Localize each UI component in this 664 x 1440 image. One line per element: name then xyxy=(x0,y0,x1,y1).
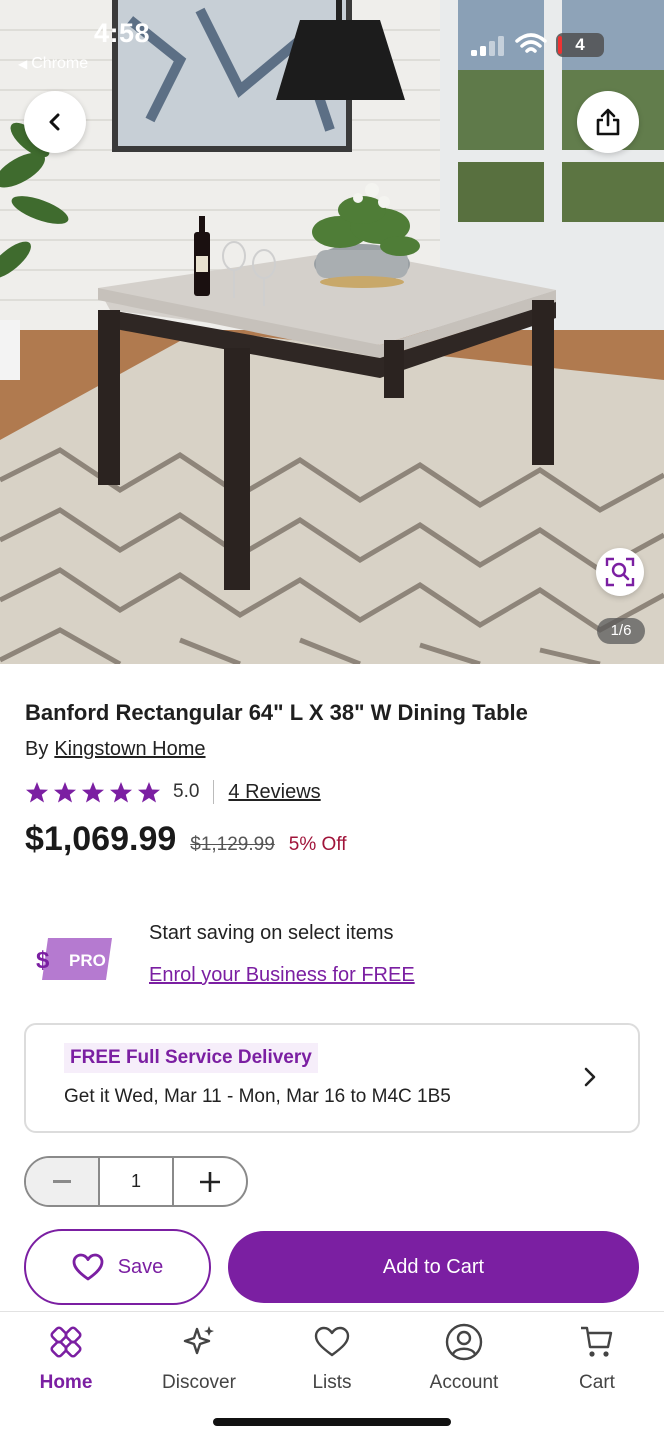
increase-quantity-button[interactable] xyxy=(172,1158,246,1205)
heart-icon xyxy=(72,1253,104,1281)
chevron-right-icon xyxy=(584,1067,596,1087)
delivery-card[interactable]: FREE Full Service Delivery Get it Wed, M… xyxy=(24,1023,640,1133)
cellular-signal-icon xyxy=(471,36,504,56)
svg-text:$: $ xyxy=(36,947,50,974)
wifi-icon xyxy=(515,33,547,53)
nav-lists-label: Lists xyxy=(312,1372,352,1393)
share-icon xyxy=(596,108,620,136)
status-time: 4:58 xyxy=(94,18,151,48)
discount-label: 5% Off xyxy=(288,834,347,855)
nav-account-label: Account xyxy=(429,1372,499,1393)
current-price: $1,069.99 xyxy=(25,820,177,858)
rating-divider xyxy=(213,780,215,804)
pro-badge-icon: $ PRO xyxy=(36,938,112,980)
sparkle-icon xyxy=(183,1326,214,1355)
image-counter: 1/6 xyxy=(597,618,645,644)
star-icon xyxy=(110,782,132,803)
byline: By Kingstown Home xyxy=(25,738,206,761)
save-button[interactable]: Save xyxy=(24,1229,211,1305)
quantity-value[interactable]: 1 xyxy=(100,1158,172,1205)
quantity-stepper: 1 xyxy=(24,1156,248,1207)
nav-cart[interactable]: Cart xyxy=(542,1322,652,1394)
rating-value: 5.0 xyxy=(173,781,200,802)
chevron-left-icon xyxy=(49,113,60,131)
delivery-estimate: Get it Wed, Mar 11 - Mon, Mar 16 to M4C … xyxy=(64,1086,451,1107)
plus-icon xyxy=(200,1171,220,1192)
account-icon xyxy=(445,1323,483,1361)
delivery-tag: FREE Full Service Delivery xyxy=(64,1043,318,1073)
nav-discover[interactable]: Discover xyxy=(144,1322,254,1394)
back-button[interactable] xyxy=(24,91,86,153)
back-app-label: Chrome xyxy=(31,55,89,72)
pro-badge-text: PRO xyxy=(69,951,106,970)
reviews-link[interactable]: 4 Reviews xyxy=(228,781,320,804)
star-icon xyxy=(26,782,48,803)
cart-icon xyxy=(581,1326,613,1357)
star-icon xyxy=(54,782,76,803)
nav-account[interactable]: Account xyxy=(409,1322,519,1394)
home-indicator xyxy=(213,1418,451,1426)
enrol-business-link[interactable]: Enrol your Business for FREE xyxy=(149,964,415,987)
brand-link[interactable]: Kingstown Home xyxy=(54,738,205,760)
nav-lists[interactable]: Lists xyxy=(277,1322,387,1394)
by-prefix: By xyxy=(25,738,49,760)
star-rating xyxy=(25,781,161,803)
nav-discover-label: Discover xyxy=(162,1372,236,1393)
visual-search-button[interactable] xyxy=(596,548,644,596)
original-price: $1,129.99 xyxy=(190,834,275,855)
pro-promo-text: Start saving on select items xyxy=(149,922,394,944)
product-title: Banford Rectangular 64" L X 38" W Dining… xyxy=(25,700,528,725)
add-to-cart-button[interactable]: Add to Cart xyxy=(228,1231,639,1303)
nav-home[interactable]: Home xyxy=(11,1322,121,1394)
heart-icon xyxy=(314,1326,350,1357)
home-icon xyxy=(50,1326,82,1358)
star-icon xyxy=(82,782,104,803)
share-button[interactable] xyxy=(577,91,639,153)
minus-icon xyxy=(53,1179,71,1183)
back-to-app-link[interactable]: ◀ Chrome xyxy=(18,55,88,73)
star-icon xyxy=(138,782,160,803)
decrease-quantity-button[interactable] xyxy=(26,1158,100,1205)
image-search-icon xyxy=(605,557,635,587)
rating-row: 5.0 4 Reviews xyxy=(25,778,321,806)
battery-indicator: 4 xyxy=(556,33,604,57)
product-image[interactable]: 4:58 ◀ Chrome 4 1/6 xyxy=(0,0,664,664)
status-bar: 4:58 ◀ Chrome 4 xyxy=(0,0,664,80)
save-label: Save xyxy=(117,1255,164,1278)
back-triangle-icon: ◀ xyxy=(18,57,28,71)
nav-home-label: Home xyxy=(39,1372,93,1393)
dining-table-photo xyxy=(0,0,664,664)
price-row: $1,069.99 $1,129.99 5% Off xyxy=(25,820,347,859)
nav-cart-label: Cart xyxy=(579,1372,615,1393)
